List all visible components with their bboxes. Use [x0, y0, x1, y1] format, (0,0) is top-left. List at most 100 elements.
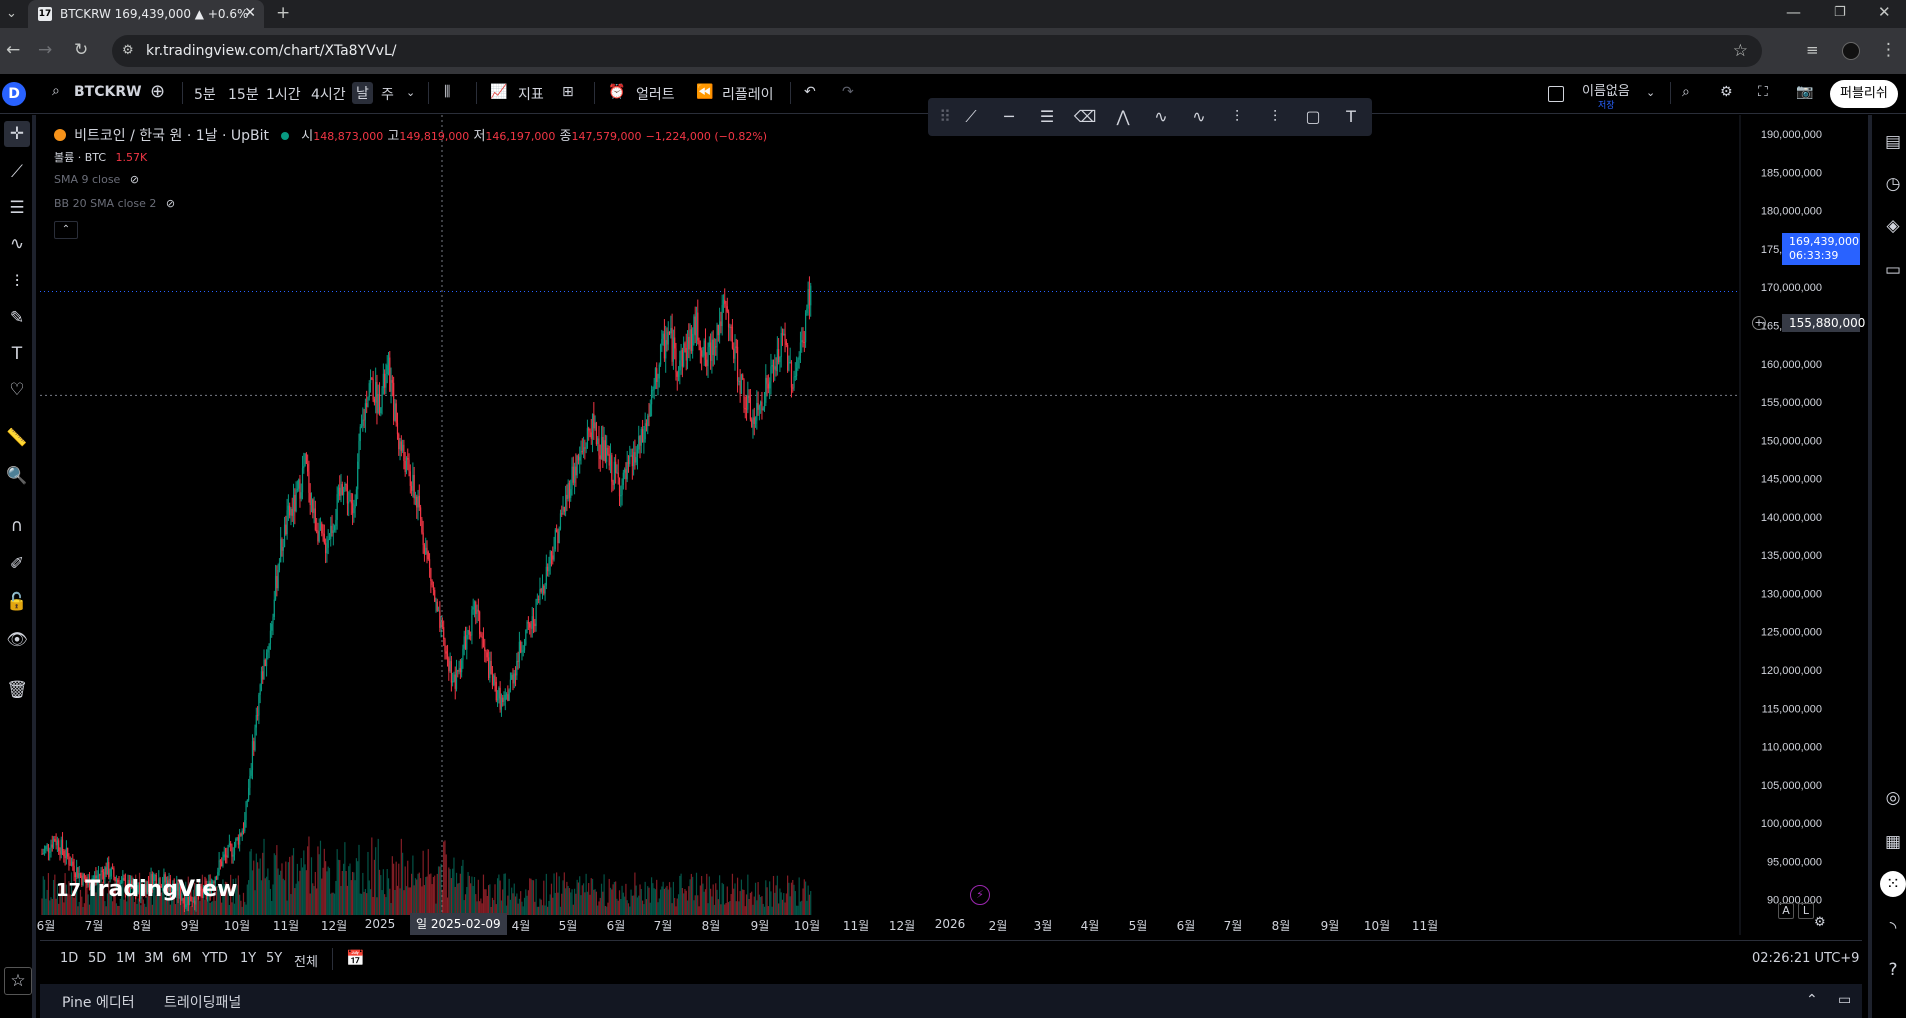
url-field[interactable]: ⚙ kr.tradingview.com/chart/XTa8YVvL/ ☆	[112, 35, 1762, 67]
zoom-in-icon[interactable]: 🔍	[4, 463, 30, 489]
layout-templates-icon[interactable]: ⊞	[562, 84, 574, 100]
new-tab-icon[interactable]: +	[276, 3, 290, 23]
range-all[interactable]: 전체	[294, 951, 318, 970]
add-alert-plus-icon[interactable]: +	[1752, 316, 1766, 330]
forward-icon[interactable]: →	[38, 40, 52, 60]
tab-list-chevron-icon[interactable]: ⌄	[6, 4, 17, 24]
interval-1h[interactable]: 1시간	[266, 84, 301, 104]
time-axis[interactable]: 6월 7월 8월 9월 10월 11월 12월 2025 4월 5월 6월 7월 8월 9월 10월 11월 1…	[37, 917, 1740, 935]
text-tool-icon[interactable]: T	[4, 341, 30, 367]
lock-drawings-icon[interactable]: 🔓	[4, 589, 30, 615]
elliott-wave-icon[interactable]: ∿	[1148, 104, 1174, 130]
apps-grid-icon[interactable]: ⁙	[1880, 871, 1906, 897]
tab-trading-panel[interactable]: 트레이딩패널	[164, 992, 241, 1012]
settings-gear-icon[interactable]: ⚙	[1720, 84, 1733, 100]
fib-retracement-tool-icon[interactable]: ☰	[4, 195, 30, 221]
prediction-tool-icon[interactable]: ⫶	[4, 269, 30, 295]
symbol-search-icon[interactable]: ⌕	[52, 83, 60, 99]
time-axis-settings-gear-icon[interactable]: ⚙	[1814, 915, 1826, 930]
restore-icon[interactable]: ❐	[1834, 3, 1846, 23]
range-1m[interactable]: 1M	[116, 951, 136, 966]
layers-icon[interactable]: ◈	[1880, 213, 1906, 239]
drag-handle-icon[interactable]: ⠿	[932, 104, 958, 130]
help-icon[interactable]: ?	[1880, 957, 1906, 983]
symbol-search-button[interactable]: BTCKRW	[74, 84, 142, 100]
alerts-clock-icon[interactable]: ◷	[1880, 171, 1906, 197]
chart-pane[interactable]: 190,000,000185,000,000180,000,000175,000…	[37, 115, 1865, 935]
volume-legend[interactable]: 볼륨 · BTC 1.57K	[54, 149, 147, 165]
log-scale-button[interactable]: L	[1798, 903, 1814, 919]
multi-layout-icon[interactable]	[1548, 86, 1564, 102]
collapse-panel-chevron-icon[interactable]: ⌃	[1806, 992, 1818, 1008]
interval-4h[interactable]: 4시간	[311, 84, 346, 104]
reload-icon[interactable]: ↻	[74, 40, 88, 60]
parallel-channel-icon[interactable]: ☰	[1034, 104, 1060, 130]
quick-search-icon[interactable]: ⌕	[1682, 84, 1690, 100]
replay-button[interactable]: 리플레이	[722, 84, 774, 104]
maximize-panel-icon[interactable]: ▭	[1838, 992, 1851, 1008]
compare-symbol-icon[interactable]: ⊕	[150, 81, 165, 102]
candle-type-icon[interactable]: ⫼	[444, 84, 450, 100]
range-1y[interactable]: 1Y	[240, 951, 256, 966]
hide-drawings-eye-icon[interactable]: 👁	[4, 627, 30, 653]
lightning-event-icon[interactable]: ⚡	[970, 885, 990, 905]
head-shoulders-icon[interactable]: ⋀	[1110, 104, 1136, 130]
media-controls-icon[interactable]: ≡	[1806, 40, 1819, 60]
clock-time-label[interactable]: 02:26:21 UTC+9	[1752, 951, 1859, 966]
long-position-icon[interactable]: ⫶	[1224, 104, 1250, 130]
range-5d[interactable]: 5D	[88, 951, 106, 966]
horizontal-ray-icon[interactable]: ─	[996, 104, 1022, 130]
alert-clock-icon[interactable]: ⏰	[608, 84, 625, 100]
back-icon[interactable]: ←	[6, 40, 20, 60]
chat-icon[interactable]: ▭	[1880, 257, 1906, 283]
site-info-icon[interactable]: ⚙	[122, 35, 134, 67]
remove-drawings-trash-icon[interactable]: 🗑	[4, 677, 30, 703]
range-5y[interactable]: 5Y	[266, 951, 282, 966]
bookmark-star-icon[interactable]: ☆	[1733, 35, 1748, 67]
intervals-dropdown-chevron-icon[interactable]: ⌄	[406, 86, 415, 99]
user-avatar[interactable]: D	[2, 82, 26, 106]
symbol-title[interactable]: 비트코인 / 한국 원 · 1날 · UpBit	[74, 128, 269, 144]
price-chart-canvas[interactable]: 190,000,000185,000,000180,000,000175,000…	[40, 115, 1862, 935]
browser-tab[interactable]: 17 BTCKRW 169,439,000 ▲ +0.6% ✕	[28, 0, 264, 28]
short-position-icon[interactable]: ⫶	[1262, 104, 1288, 130]
interval-5m[interactable]: 5분	[194, 84, 216, 104]
measure-ruler-icon[interactable]: 📏	[4, 425, 30, 451]
profile-avatar[interactable]	[1842, 42, 1860, 60]
interval-day[interactable]: 날	[352, 82, 373, 104]
replay-icon[interactable]: ⏪	[696, 84, 713, 100]
hidden-eye-icon[interactable]: ⊘	[166, 197, 175, 210]
range-ytd[interactable]: YTD	[202, 951, 228, 966]
interval-15m[interactable]: 15분	[228, 84, 259, 104]
alerts-button[interactable]: 얼러트	[636, 84, 675, 104]
screener-target-icon[interactable]: ◎	[1880, 785, 1906, 811]
layout-save-label[interactable]: 저장	[1598, 98, 1615, 111]
rectangle-tool-icon[interactable]: ▢	[1300, 104, 1326, 130]
tab-pine-editor[interactable]: Pine 에디터	[62, 992, 135, 1012]
layout-dropdown-chevron-icon[interactable]: ⌄	[1646, 86, 1655, 99]
magnet-icon[interactable]: ∩	[4, 513, 30, 539]
abc-pattern-icon[interactable]: ∿	[1186, 104, 1212, 130]
indicators-icon[interactable]: 📈	[490, 84, 507, 100]
crosshair-tool-icon[interactable]: ✛	[4, 121, 30, 147]
pattern-tool-icon[interactable]: ∿	[4, 231, 30, 257]
range-1d[interactable]: 1D	[60, 951, 78, 966]
line-tool-icon[interactable]: ⟋	[958, 104, 984, 130]
watchlist-icon[interactable]: ▤	[1880, 129, 1906, 155]
auto-scale-button[interactable]: A	[1778, 903, 1794, 919]
browser-menu-icon[interactable]: ⋮	[1880, 40, 1897, 60]
interval-week[interactable]: 주	[381, 84, 394, 104]
goto-date-calendar-icon[interactable]: 📅	[346, 949, 365, 967]
close-window-icon[interactable]: ✕	[1878, 2, 1891, 22]
trendline-tool-icon[interactable]: ⟋	[4, 159, 30, 185]
publish-button[interactable]: 퍼블리쉬	[1830, 80, 1898, 108]
indicators-button[interactable]: 지표	[518, 84, 544, 104]
close-tab-icon[interactable]: ✕	[244, 5, 256, 21]
favorites-star-icon[interactable]: ☆	[4, 967, 32, 995]
sma-legend[interactable]: SMA 9 close ⊘	[54, 173, 139, 186]
undo-icon[interactable]: ↶	[804, 84, 816, 100]
calendar-icon[interactable]: ▦	[1880, 829, 1906, 855]
drawing-mode-pencil-icon[interactable]: ✐	[4, 551, 30, 577]
fullscreen-icon[interactable]: ⛶	[1758, 84, 1768, 100]
hidden-eye-icon[interactable]: ⊘	[130, 173, 139, 186]
